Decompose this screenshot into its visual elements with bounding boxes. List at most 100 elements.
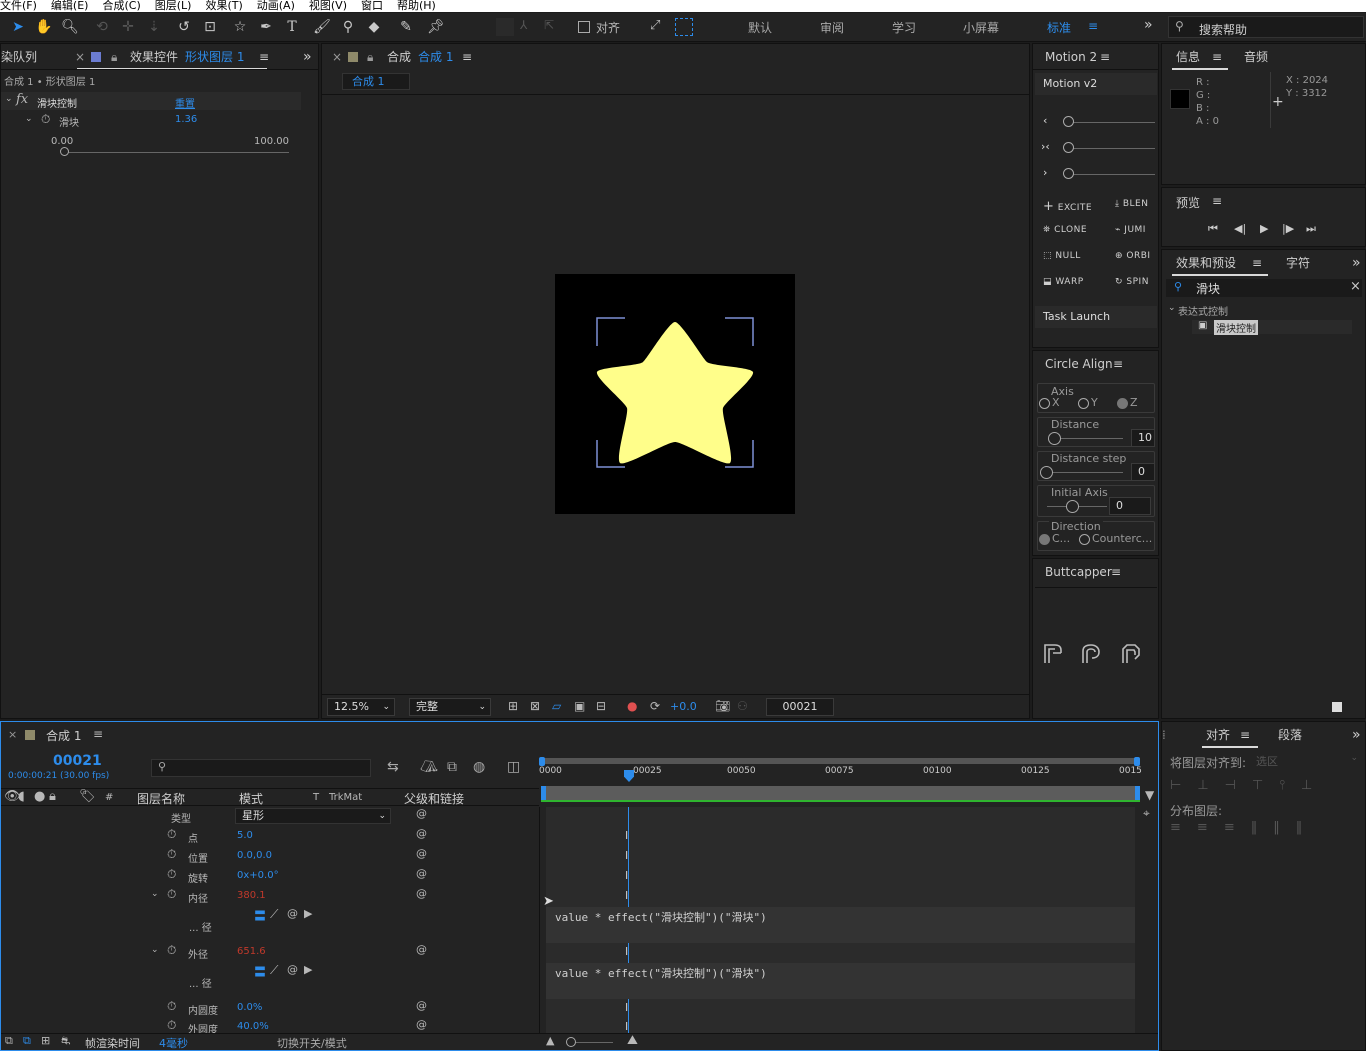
brush-tool-icon[interactable]: 🖌︎ (312, 17, 332, 37)
projecting-cap-icon[interactable] (1119, 641, 1143, 665)
toggle-switches-modes-button[interactable]: 切换开关/模式 (277, 1035, 347, 1051)
pan-tool-icon[interactable]: ✛ (118, 17, 138, 37)
property-value[interactable]: 5.0 (237, 830, 253, 841)
distribute-hcenter-icon[interactable]: ‖ (1273, 820, 1296, 835)
current-time-field[interactable]: 00021 (766, 698, 834, 716)
property-row-position[interactable]: ⏱︎ 位置 0.0,0.0 @ I (1, 847, 1141, 867)
play-icon[interactable]: ▶︎ (1260, 222, 1268, 235)
timeline-tab[interactable]: 合成 1 (46, 727, 81, 744)
work-area-bar[interactable] (541, 786, 1140, 800)
distance-slider[interactable] (1053, 438, 1123, 439)
orbit-tool-icon[interactable]: ⟲ (92, 17, 112, 37)
expression-language-menu-icon[interactable]: ▶︎ (304, 907, 312, 920)
work-area-start-handle[interactable] (541, 786, 546, 800)
axis-y-radio[interactable]: Y (1078, 396, 1098, 409)
panel-menu-icon[interactable]: ≡ (1240, 722, 1250, 748)
initial-axis-value[interactable]: 0 (1109, 497, 1151, 515)
effect-controls-tab-label[interactable]: 效果控件 (130, 44, 178, 69)
panel-overflow-icon[interactable]: » (1352, 250, 1361, 276)
quality-dropdown[interactable]: 完整 ⌄ (409, 698, 491, 716)
info-tab[interactable]: 信息 (1176, 44, 1200, 70)
slider-control-item[interactable]: ▣ 滑块控制 (1192, 320, 1352, 335)
expression-pick-whip-icon[interactable]: @ (287, 907, 298, 920)
navigator-start-handle[interactable] (539, 757, 545, 766)
graph-icon[interactable]: ⟋ (270, 907, 278, 922)
resize-corner-icon[interactable] (1332, 702, 1342, 712)
comp-tab-prefix[interactable]: 合成 (387, 44, 411, 70)
layer-name-header[interactable]: 图层名称 (137, 790, 185, 807)
stopwatch-icon[interactable]: ⏱︎ (167, 887, 176, 902)
lock-switch-icon[interactable]: 🔒︎ (49, 789, 56, 804)
align-bottom-icon[interactable]: ⊥ (1301, 778, 1328, 793)
property-value[interactable]: 0.0,0.0 (237, 850, 272, 861)
workspace-default[interactable]: 默认 (748, 19, 772, 36)
buttcapper-title[interactable]: Buttcapper (1045, 559, 1112, 585)
audio-switch-icon[interactable]: ◖ (18, 789, 25, 804)
stopwatch-icon[interactable]: ⏱︎ (167, 867, 176, 882)
distance-step-slider[interactable] (1047, 472, 1123, 473)
solo-switch-icon[interactable]: ● (34, 789, 45, 804)
ease-both-slider[interactable] (1069, 148, 1155, 149)
panel-grip-icon[interactable]: ⁞ (1162, 722, 1166, 748)
jump-button[interactable]: ⌁ JUMI (1115, 225, 1159, 235)
expression-row-outer-radius[interactable]: ... 径 〓 ⟋ @ ▶︎ value * effect("滑块控制")("滑… (1, 963, 1141, 999)
direction-ccw-radio[interactable]: Counterc... (1079, 532, 1152, 545)
snap-target-icon[interactable] (675, 18, 693, 36)
workspace-menu-icon[interactable]: ≡ (1088, 19, 1098, 33)
stopwatch-icon[interactable]: ⏱︎ (167, 1018, 176, 1033)
align-left-icon[interactable]: ⊢ (1170, 778, 1197, 793)
lock-icon[interactable]: 🔒︎ (367, 44, 373, 70)
navigator-end-handle[interactable] (1134, 757, 1140, 766)
last-frame-icon[interactable]: ⏭ (1306, 222, 1316, 236)
round-cap-icon[interactable] (1079, 641, 1103, 665)
snap-checkbox[interactable] (578, 21, 590, 33)
expand-chevron-icon[interactable]: ⌄ (151, 945, 159, 955)
workspace-review[interactable]: 审阅 (820, 19, 844, 36)
zoom-out-icon[interactable]: ▲ (546, 1034, 554, 1047)
zoom-tool-icon[interactable]: 🔍︎ (60, 17, 80, 37)
effect-name[interactable]: 滑块控制 (37, 95, 77, 110)
label-icon[interactable]: 🏷︎ (79, 789, 96, 804)
parent-header[interactable]: 父级和链接 (404, 790, 464, 807)
pick-whip-icon[interactable]: @ (416, 887, 427, 900)
distance-step-value[interactable]: 0 (1131, 463, 1155, 481)
distance-value[interactable]: 10 (1131, 429, 1155, 447)
audio-tab[interactable]: 音频 (1244, 44, 1268, 70)
expand-chevron-icon[interactable]: ⌄ (1168, 303, 1176, 313)
property-row-outer-radius[interactable]: ⌄ ⏱︎ 外径 651.6 @ I (1, 943, 1141, 963)
param-slider-knob[interactable] (60, 147, 70, 156)
effects-presets-tab[interactable]: 效果和预设 (1176, 250, 1236, 276)
orbit-button[interactable]: ⊕ ORBI (1115, 251, 1159, 261)
menu-file[interactable]: 文件(F) (0, 0, 37, 12)
close-icon[interactable]: × (75, 44, 85, 69)
region-of-interest-icon[interactable]: ▣ (574, 699, 585, 713)
reset-link[interactable]: 重置 (175, 95, 195, 110)
time-ruler[interactable]: 0000 00025 00050 00075 00100 00125 0015 (539, 757, 1142, 804)
property-row-type[interactable]: 类型 星形 ⌄ @ (1, 807, 1141, 827)
puppet-tool-icon[interactable]: 📌︎ (426, 17, 446, 37)
expression-pick-whip-icon[interactable]: @ (287, 963, 298, 976)
expression-text[interactable]: value * effect("滑块控制")("滑块") (555, 909, 767, 925)
graph-editor-icon[interactable]: ◫ (507, 759, 520, 775)
param-value[interactable]: 1.36 (175, 114, 197, 125)
star-shape[interactable] (555, 274, 795, 514)
warp-button[interactable]: ⬓ WARP (1043, 277, 1084, 287)
align-tab[interactable]: 对齐 (1206, 722, 1230, 748)
eraser-tool-icon[interactable]: ◆ (364, 17, 384, 37)
align-right-icon[interactable]: ⊣ (1225, 778, 1252, 793)
effects-search-field[interactable]: ⚲ 滑块 × (1166, 279, 1362, 297)
preview-title[interactable]: 预览 (1176, 194, 1200, 211)
first-frame-icon[interactable]: ⏮ (1208, 222, 1218, 236)
expand-chevron-icon[interactable]: ⌄ (151, 889, 159, 899)
excite-button[interactable]: + EXCITE (1043, 199, 1092, 214)
time-navigator-bar[interactable] (541, 758, 1140, 764)
next-frame-icon[interactable]: |▶︎ (1282, 222, 1294, 235)
stopwatch-icon[interactable]: ⏱︎ (167, 943, 176, 958)
expression-enable-icon[interactable]: 〓 (254, 907, 266, 924)
pick-whip-icon[interactable]: @ (416, 1018, 427, 1031)
in-out-stretch-icon[interactable]: ⊞ (41, 1034, 50, 1047)
effect-controls-layer-name[interactable]: 形状图层 1 (185, 44, 244, 69)
previous-frame-icon[interactable]: ◀︎| (1234, 222, 1246, 235)
rotate-tool-icon[interactable]: ↺ (174, 17, 194, 37)
stopwatch-icon[interactable]: ⏱︎ (41, 112, 50, 127)
